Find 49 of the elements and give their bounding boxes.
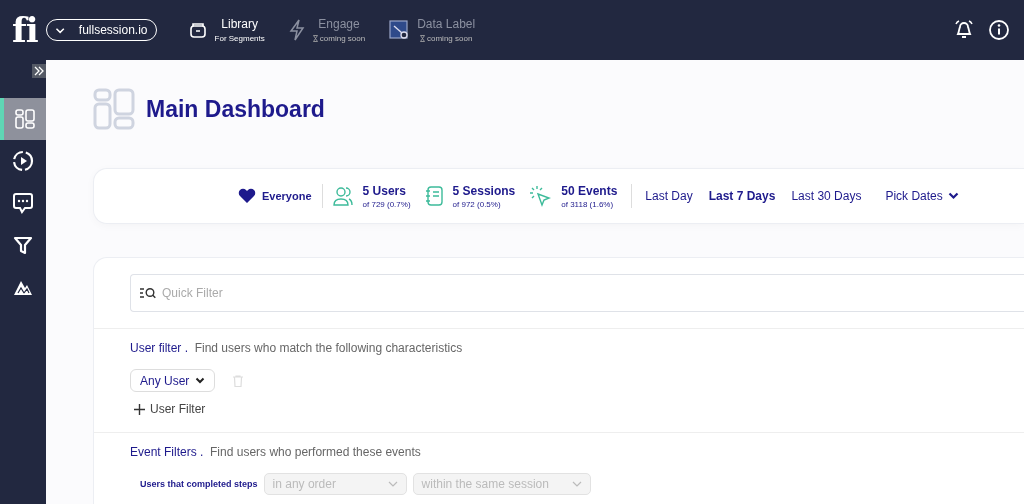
users-icon <box>332 186 353 206</box>
nav-subtitle: coming soon <box>420 34 473 43</box>
drawer-icon <box>188 21 207 39</box>
hourglass-icon <box>312 35 318 42</box>
lightning-icon <box>288 19 305 41</box>
dashboard-icon <box>93 88 135 130</box>
logo: fi <box>12 13 38 47</box>
dashboard-icon <box>15 109 35 129</box>
search-icon <box>140 287 156 299</box>
heart-icon <box>238 188 256 204</box>
add-user-filter-button[interactable]: User Filter <box>134 402 206 416</box>
stat-subtitle: of 729 (0.7%) <box>362 199 411 209</box>
expand-icon[interactable] <box>32 64 46 78</box>
notebook-icon <box>424 186 443 206</box>
section-heading: Event Filters . Find users who performed these events <box>130 445 422 459</box>
chevron-down-icon <box>571 481 582 487</box>
date-range-option[interactable]: Last 7 Days <box>705 189 779 203</box>
funnel-icon <box>13 235 33 255</box>
nav-label: Engage <box>318 17 360 31</box>
play-icon <box>12 150 34 172</box>
nav-item[interactable]: Library For Segments <box>188 17 265 43</box>
stat-value: 5 Users <box>362 183 407 198</box>
label-icon <box>389 20 410 40</box>
section-heading: User filter . Find users who match the following characteristics <box>130 341 464 355</box>
steps-label: Users that completed steps <box>140 479 258 489</box>
chevron-down-icon <box>387 481 398 487</box>
cursor-click-icon <box>529 185 552 207</box>
page-title: Main Dashboard <box>146 95 325 123</box>
stat-value: 50 Events <box>561 183 618 198</box>
stat-subtitle: of 3118 (1.6%) <box>561 199 615 209</box>
plus-icon <box>134 403 145 415</box>
nav-subtitle: coming soon <box>312 34 366 43</box>
stat-value: 5 Sessions <box>452 183 516 198</box>
chevron-down-icon <box>947 192 959 200</box>
chevron-down-icon <box>54 25 65 35</box>
hourglass-icon <box>420 35 425 42</box>
segment-name: Everyone <box>262 190 312 202</box>
nav-label: Library <box>221 17 258 31</box>
stat-subtitle: of 972 (0.5%) <box>452 199 502 209</box>
nav-subtitle: For Segments <box>214 34 265 43</box>
chat-icon <box>12 192 34 214</box>
info-icon[interactable] <box>988 19 1010 41</box>
nav-label: Data Label <box>417 17 476 31</box>
quick-filter-field[interactable]: Quick Filter <box>130 274 1024 312</box>
date-range-option[interactable]: Last 30 Days <box>788 189 865 203</box>
user-type-dropdown[interactable]: Any User <box>130 369 216 392</box>
chevron-down-icon <box>195 377 206 384</box>
date-range-option[interactable]: Last Day <box>642 189 696 203</box>
date-range-option[interactable]: Pick Dates <box>882 189 962 203</box>
